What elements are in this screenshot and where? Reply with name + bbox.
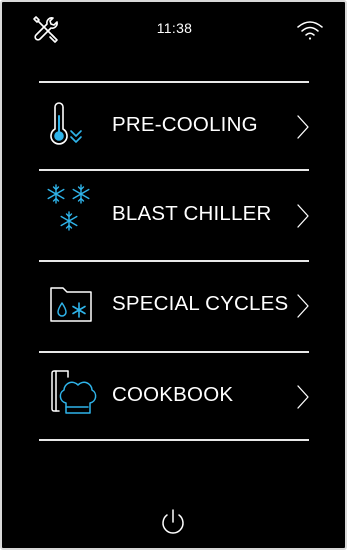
- divider: [39, 439, 309, 441]
- cookbook-chef-hat-icon: [51, 370, 97, 414]
- menu-item-cookbook[interactable]: COOKBOOK: [39, 353, 311, 439]
- device-screen: 11:38 PRE-COOLING BLAST CHILLER SPECIAL …: [0, 0, 347, 550]
- menu-item-special-cycles[interactable]: SPECIAL CYCLES: [39, 262, 311, 348]
- chevron-right-icon: [297, 385, 309, 409]
- menu-item-label: BLAST CHILLER: [112, 202, 272, 225]
- special-cycles-folder-icon: [50, 287, 92, 322]
- menu-item-blast-chiller[interactable]: BLAST CHILLER: [39, 171, 311, 257]
- snowflakes-icon: [47, 184, 90, 231]
- chevron-right-icon: [297, 294, 309, 318]
- menu-item-label: SPECIAL CYCLES: [112, 292, 289, 315]
- menu-item-label: COOKBOOK: [112, 383, 234, 406]
- thermometer-down-icon: [50, 102, 82, 145]
- menu-item-label: PRE-COOLING: [112, 113, 258, 136]
- power-icon[interactable]: [157, 507, 189, 539]
- clock: 11:38: [156, 20, 193, 36]
- chevron-right-icon: [297, 115, 309, 139]
- chevron-right-icon: [297, 204, 309, 228]
- wifi-icon[interactable]: [296, 19, 324, 41]
- menu-item-pre-cooling[interactable]: PRE-COOLING: [39, 83, 311, 169]
- status-bar: 11:38: [2, 2, 345, 62]
